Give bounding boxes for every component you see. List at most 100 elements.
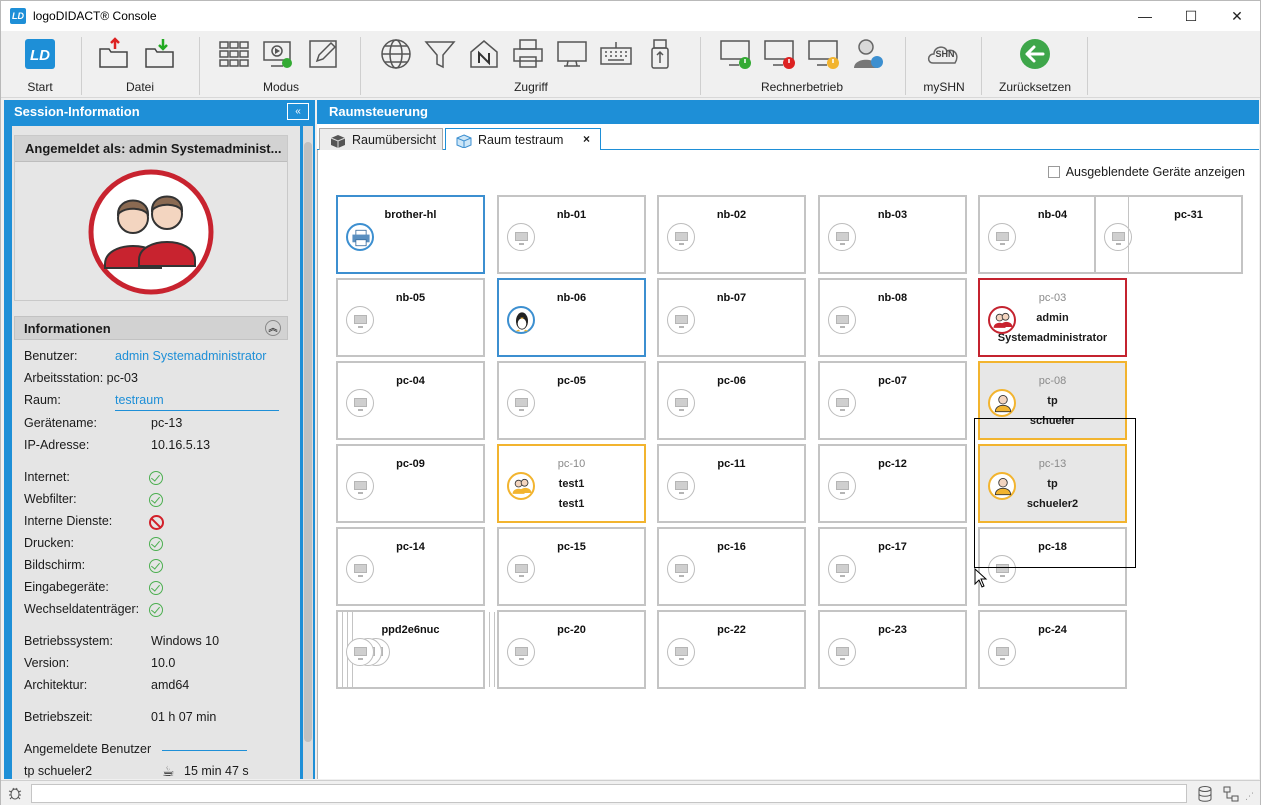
keyboard-icon[interactable]: [599, 37, 633, 71]
usb-drive-icon[interactable]: [643, 37, 677, 71]
printer-icon[interactable]: [511, 37, 545, 71]
device-pc-07[interactable]: pc-07: [818, 361, 967, 440]
show-hidden-devices-checkbox[interactable]: Ausgeblendete Geräte anzeigen: [1047, 165, 1245, 179]
device-pc-31[interactable]: pc-31: [1094, 195, 1243, 274]
device-pc-23[interactable]: pc-23: [818, 610, 967, 689]
network-icon[interactable]: [1222, 785, 1240, 803]
grid-view-icon[interactable]: [217, 37, 251, 71]
room-tabs: Raumübersicht Raum testraum ×: [317, 124, 1259, 152]
device-pc-04[interactable]: pc-04: [336, 361, 485, 440]
screen-ok-icon: [149, 559, 163, 573]
tab-room-overview[interactable]: Raumübersicht: [319, 128, 443, 151]
internal-services-icon[interactable]: [467, 37, 501, 71]
logoff-user-icon[interactable]: [851, 37, 885, 71]
logged-in-as-label: Angemeldet als: admin Systemadminist...: [15, 136, 287, 162]
device-pc-18[interactable]: pc-18: [978, 527, 1127, 606]
computer-offline-icon: [346, 472, 374, 500]
close-tab-icon[interactable]: ×: [583, 132, 590, 146]
device-pc-12[interactable]: pc-12: [818, 444, 967, 523]
print-ok-icon: [149, 537, 163, 551]
myshn-cloud-icon[interactable]: SHN: [927, 37, 961, 71]
checkbox-box[interactable]: [1047, 166, 1060, 178]
ribbon-group-rechnerbetrieb: Rechnerbetrieb: [713, 31, 891, 98]
minimize-button[interactable]: —: [1122, 1, 1168, 31]
close-button[interactable]: ✕: [1214, 1, 1260, 31]
student-user-icon: [988, 472, 1016, 500]
logged-users-underline: [162, 750, 247, 751]
session-panel: Session-Information « Angemeldet als: ad…: [4, 100, 315, 779]
ribbon-toolbar: LD Start Datei Modus Zugriff Rechnerbetr…: [1, 31, 1260, 98]
computer-offline-icon: [507, 555, 535, 583]
device-pc-10[interactable]: pc-10 test1 test1: [497, 444, 646, 523]
device-pc-17[interactable]: pc-17: [818, 527, 967, 606]
database-icon[interactable]: [1196, 785, 1214, 803]
device-nb-08[interactable]: nb-08: [818, 278, 967, 357]
device-pc-11[interactable]: pc-11: [657, 444, 806, 523]
device-name-value: pc-13: [151, 416, 183, 430]
device-pc-13[interactable]: pc-13 tp schueler2: [978, 444, 1127, 523]
architecture-value: amd64: [151, 678, 190, 692]
device-pc-14[interactable]: pc-14: [336, 527, 485, 606]
collapse-panel-button[interactable]: «: [287, 103, 309, 120]
tab-room-testraum[interactable]: Raum testraum ×: [445, 128, 601, 152]
collapse-up-icon[interactable]: ︽: [265, 320, 281, 336]
device-pc-09[interactable]: pc-09: [336, 444, 485, 523]
power-on-icon[interactable]: [719, 37, 753, 71]
architecture-label: Architektur:: [24, 678, 88, 692]
device-brother-hl[interactable]: brother-hl: [336, 195, 485, 274]
computer-offline-icon: [346, 638, 374, 666]
edit-mode-icon[interactable]: [307, 37, 341, 71]
device-nb-01[interactable]: nb-01: [497, 195, 646, 274]
computer-offline-icon: [828, 638, 856, 666]
user-value-link[interactable]: admin Systemadministrator: [115, 349, 266, 363]
computer-offline-icon: [346, 306, 374, 334]
logged-user-time: 15 min 47 s: [184, 764, 249, 778]
cube-icon: [330, 135, 346, 148]
bug-icon[interactable]: [7, 785, 23, 801]
device-pc-08[interactable]: pc-08 tp schueler: [978, 361, 1127, 440]
room-value-link[interactable]: testraum: [115, 393, 164, 407]
webfilter-ok-icon: [149, 493, 163, 507]
power-off-icon[interactable]: [763, 37, 797, 71]
logged-users-label: Angemeldete Benutzer: [24, 742, 152, 756]
session-panel-title: Session-Information: [14, 104, 140, 119]
internal-services-label: Interne Dienste:: [24, 514, 113, 528]
presentation-mode-icon[interactable]: [261, 37, 295, 71]
restart-icon[interactable]: [807, 37, 841, 71]
start-button[interactable]: LD: [23, 37, 57, 71]
information-title: Informationen: [24, 321, 111, 336]
screen-icon[interactable]: [555, 37, 589, 71]
device-nb-02[interactable]: nb-02: [657, 195, 806, 274]
ribbon-label-zugriff: Zugriff: [514, 80, 548, 94]
workstation-row: Arbeitsstation: pc-03: [24, 371, 138, 385]
device-pc-15[interactable]: pc-15: [497, 527, 646, 606]
reset-back-icon[interactable]: [1018, 37, 1052, 71]
file-upload-icon[interactable]: [97, 37, 131, 71]
device-pc-24[interactable]: pc-24: [978, 610, 1127, 689]
mouse-cursor-icon: [974, 568, 988, 588]
session-scrollbar[interactable]: [303, 126, 313, 779]
device-nb-06[interactable]: nb-06: [497, 278, 646, 357]
print-label: Drucken:: [24, 536, 75, 550]
title-bar: LD logoDIDACT® Console — ☐ ✕: [1, 1, 1260, 31]
cube-outline-icon: [456, 134, 472, 148]
maximize-button[interactable]: ☐: [1168, 1, 1214, 31]
device-pc-22[interactable]: pc-22: [657, 610, 806, 689]
information-header[interactable]: Informationen ︽: [14, 316, 288, 340]
svg-text:LD: LD: [30, 47, 50, 64]
device-pc-03[interactable]: pc-03 admin Systemadministrator: [978, 278, 1127, 357]
device-pc-05[interactable]: pc-05: [497, 361, 646, 440]
device-nb-07[interactable]: nb-07: [657, 278, 806, 357]
device-pc-16[interactable]: pc-16: [657, 527, 806, 606]
computer-offline-icon: [828, 223, 856, 251]
device-pc-06[interactable]: pc-06: [657, 361, 806, 440]
internet-globe-icon[interactable]: [379, 37, 413, 71]
computer-offline-icon: [988, 555, 1016, 583]
webfilter-funnel-icon[interactable]: [423, 37, 457, 71]
device-stacked-group[interactable]: ppd2e6nuc: [336, 610, 485, 689]
device-nb-05[interactable]: nb-05: [336, 278, 485, 357]
device-nb-03[interactable]: nb-03: [818, 195, 967, 274]
resize-grip-icon[interactable]: ⋰: [1245, 791, 1254, 802]
file-download-icon[interactable]: [143, 37, 177, 71]
device-pc-20[interactable]: pc-20: [489, 610, 646, 689]
